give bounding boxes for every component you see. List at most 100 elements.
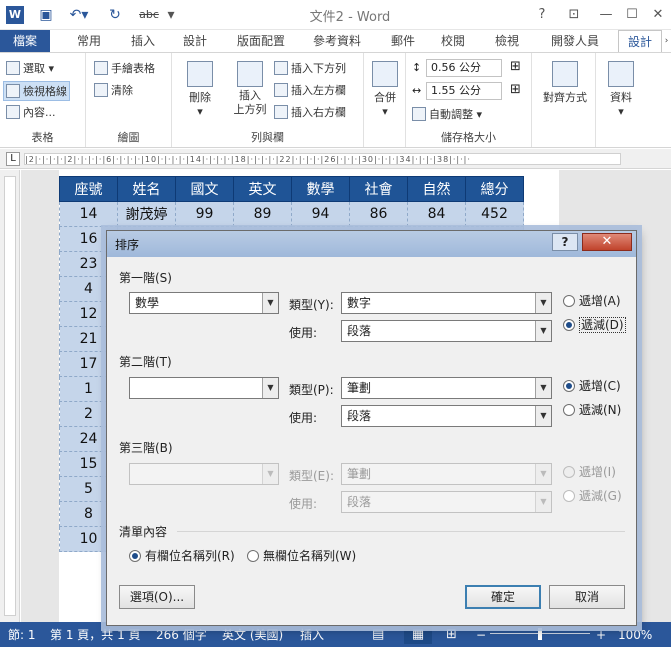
level3-field-select[interactable]: ▼ xyxy=(129,463,279,485)
view-gridlines-button[interactable]: 檢視格線 xyxy=(3,81,70,101)
language-indicator[interactable]: 英文 (美國) xyxy=(222,626,283,644)
level2-ascending-radio[interactable]: 遞增(C) xyxy=(563,379,621,393)
autofit-button[interactable]: 自動調整 ▾ xyxy=(412,105,482,125)
level2-field-select[interactable]: ▼ xyxy=(129,377,279,399)
alignment-button[interactable]: 對齊方式 xyxy=(538,61,592,105)
delete-button[interactable]: 刪除 ▾ xyxy=(180,61,220,118)
table-cell[interactable]: 84 xyxy=(407,201,466,227)
abc-icon[interactable]: abc xyxy=(134,4,164,26)
tab-design[interactable]: 設計 xyxy=(172,30,218,52)
data-button[interactable]: 資料 ▾ xyxy=(600,61,642,118)
properties-button[interactable]: 內容... xyxy=(6,103,56,123)
zoom-level[interactable]: 100% xyxy=(618,626,652,644)
tab-references[interactable]: 參考資料 xyxy=(302,30,372,52)
undo-icon[interactable]: ↶▾ xyxy=(62,4,96,26)
tab-layout[interactable]: 版面配置 xyxy=(226,30,296,52)
customize-icon[interactable]: ▾ xyxy=(164,4,178,26)
header-cell[interactable]: 自然 xyxy=(407,176,466,202)
read-mode-icon[interactable]: ▤ xyxy=(372,626,384,644)
vertical-ruler-track[interactable] xyxy=(4,176,16,616)
tab-review[interactable]: 校閱 xyxy=(430,30,476,52)
table-cell[interactable]: 謝茂婷 xyxy=(117,201,176,227)
options-button[interactable]: 選項(O)... xyxy=(119,585,195,609)
ribbon-display-icon[interactable]: ⊡ xyxy=(562,4,586,26)
level1-descending-radio[interactable]: 遞減(D) xyxy=(563,317,626,333)
eraser-button[interactable]: 清除 xyxy=(94,81,133,101)
close-icon[interactable]: ✕ xyxy=(646,4,670,26)
level3-descending-radio[interactable]: 遞減(G) xyxy=(563,489,622,503)
zoom-in-icon[interactable]: + xyxy=(596,626,606,644)
insert-right-button[interactable]: 插入右方欄 xyxy=(274,103,346,123)
dialog-title-bar[interactable]: 排序 ? ✕ xyxy=(107,231,636,257)
distribute-columns-icon[interactable]: ⊞ xyxy=(510,82,521,97)
vertical-ruler[interactable] xyxy=(0,170,20,622)
column-width-field[interactable]: 1.55 公分 xyxy=(426,82,502,100)
ok-button[interactable]: 確定 xyxy=(465,585,541,609)
level3-use-select[interactable]: 段落 ▼ xyxy=(341,491,552,513)
tab-table-design[interactable]: 設計 xyxy=(618,30,662,52)
minimize-icon[interactable]: — xyxy=(594,4,618,26)
insert-above-button[interactable]: 插入 上方列 xyxy=(228,61,272,117)
level2-use-value: 段落 xyxy=(347,409,372,423)
header-cell[interactable]: 數學 xyxy=(291,176,350,202)
cancel-button[interactable]: 取消 xyxy=(549,585,625,609)
level2-type-select[interactable]: 筆劃 ▼ xyxy=(341,377,552,399)
table-cell[interactable]: 452 xyxy=(465,201,524,227)
word-count[interactable]: 266 個字 xyxy=(156,626,207,644)
table-cell[interactable]: 14 xyxy=(59,201,118,227)
distribute-rows-icon[interactable]: ⊞ xyxy=(510,59,521,74)
level3-type-select[interactable]: 筆劃 ▼ xyxy=(341,463,552,485)
table-cell[interactable]: 99 xyxy=(175,201,234,227)
header-cell[interactable]: 總分 xyxy=(465,176,524,202)
tab-home[interactable]: 常用 xyxy=(66,30,112,52)
level1-ascending-radio[interactable]: 遞增(A) xyxy=(563,294,621,308)
draw-table-button[interactable]: 手繪表格 xyxy=(94,59,155,79)
redo-icon[interactable]: ↻ xyxy=(104,4,126,26)
save-icon[interactable]: ▣ xyxy=(36,4,56,26)
no-header-label: 無欄位名稱列(W) xyxy=(263,549,357,563)
level2-use-select[interactable]: 段落 ▼ xyxy=(341,405,552,427)
page-indicator[interactable]: 第 1 頁，共 1 頁 xyxy=(50,626,141,644)
level1-use-select[interactable]: 段落 ▼ xyxy=(341,320,552,342)
insert-mode[interactable]: 插入 xyxy=(300,626,324,644)
insert-left-button[interactable]: 插入左方欄 xyxy=(274,81,346,101)
dialog-help-button[interactable]: ? xyxy=(552,233,578,251)
dialog-close-button[interactable]: ✕ xyxy=(582,233,632,251)
level1-type-value: 數字 xyxy=(347,296,372,310)
tabs-scroll-icon[interactable]: › xyxy=(662,30,671,52)
level3-ascending-radio[interactable]: 遞增(I) xyxy=(563,465,616,479)
level1-field-select[interactable]: 數學 ▼ xyxy=(129,292,279,314)
tab-mailings[interactable]: 郵件 xyxy=(380,30,426,52)
header-cell[interactable]: 姓名 xyxy=(117,176,176,202)
level2-descending-radio[interactable]: 遞減(N) xyxy=(563,403,621,417)
merge-button[interactable]: 合併 ▾ xyxy=(368,61,402,118)
header-cell[interactable]: 社會 xyxy=(349,176,408,202)
help-button[interactable]: ? xyxy=(530,4,554,26)
tab-view[interactable]: 檢視 xyxy=(484,30,530,52)
no-header-radio[interactable]: 無欄位名稱列(W) xyxy=(247,549,356,563)
header-cell[interactable]: 國文 xyxy=(175,176,234,202)
select-button[interactable]: 選取 ▾ xyxy=(6,59,54,79)
table-cell[interactable]: 86 xyxy=(349,201,408,227)
tab-insert[interactable]: 插入 xyxy=(120,30,166,52)
ruler-track[interactable]: |2|·|·|·|·|2|·|·|·|·|6|·|·|·|·|10|·|·|·|… xyxy=(24,153,621,165)
table-cell[interactable]: 94 xyxy=(291,201,350,227)
horizontal-ruler[interactable]: L |2|·|·|·|·|2|·|·|·|·|6|·|·|·|·|10|·|·|… xyxy=(0,149,671,169)
header-cell[interactable]: 英文 xyxy=(233,176,292,202)
section-indicator[interactable]: 節: 1 xyxy=(8,626,36,644)
table-cell[interactable]: 89 xyxy=(233,201,292,227)
insert-below-button[interactable]: 插入下方列 xyxy=(274,59,346,79)
tab-file[interactable]: 檔案 xyxy=(0,30,50,52)
zoom-out-icon[interactable]: − xyxy=(476,626,486,644)
tab-developer[interactable]: 開發人員 xyxy=(540,30,610,52)
tab-selector-icon[interactable]: L xyxy=(6,152,20,166)
with-header-radio[interactable]: 有欄位名稱列(R) xyxy=(129,549,235,563)
row-height-field[interactable]: 0.56 公分 xyxy=(426,59,502,77)
header-cell[interactable]: 座號 xyxy=(59,176,118,202)
maximize-icon[interactable]: ☐ xyxy=(620,4,644,26)
print-layout-icon[interactable]: ▦ xyxy=(404,626,432,644)
draw-group: 手繪表格 清除 繪圖 xyxy=(86,53,172,147)
web-layout-icon[interactable]: ⊞ xyxy=(446,626,457,644)
zoom-slider-thumb[interactable] xyxy=(538,628,542,640)
level1-type-select[interactable]: 數字 ▼ xyxy=(341,292,552,314)
